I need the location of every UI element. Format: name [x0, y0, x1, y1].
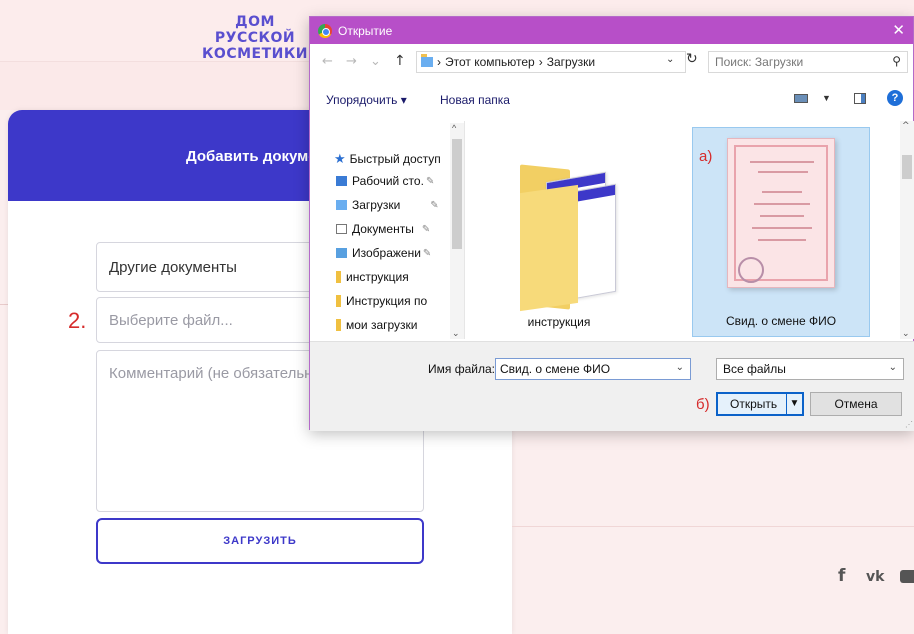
annotation-a: а) — [699, 148, 713, 165]
pin-icon: ✎ — [430, 199, 439, 211]
cancel-button[interactable]: Отмена — [810, 392, 902, 416]
star-icon: ★ — [334, 151, 346, 166]
facebook-icon[interactable]: f — [838, 566, 845, 586]
address-row: ← → ⌄ ↑ › Этот компьютер › Загрузки ⌄ ↻ … — [310, 49, 914, 75]
downloads-folder-icon — [421, 54, 433, 67]
forward-arrow-icon[interactable]: → — [346, 54, 357, 69]
refresh-icon[interactable]: ↻ — [686, 51, 698, 67]
resize-grip-icon[interactable]: ⋰ — [905, 420, 913, 429]
nav-item-quick-access[interactable]: ★ Быстрый доступ — [334, 149, 441, 169]
scroll-down-icon[interactable]: ⌄ — [452, 328, 460, 339]
chevron-down-icon[interactable]: ⌄ — [676, 362, 684, 373]
nav-item-downloads[interactable]: Загрузки ✎ — [336, 195, 439, 215]
view-mode-icon[interactable] — [794, 94, 808, 103]
dialog-title: Открытие — [338, 23, 393, 38]
file-list: инструкция а) Свид. о смене ФИО — [468, 121, 908, 339]
nav-item-label: Изображени — [352, 246, 421, 260]
pictures-icon — [336, 248, 347, 258]
logo-line-1: ДОМ РУССКОЙ — [214, 14, 296, 46]
recent-locations-icon[interactable]: ⌄ — [370, 54, 381, 69]
filename-input[interactable]: Свид. о смене ФИО ⌄ — [495, 358, 691, 380]
view-dropdown-icon[interactable]: ▼ — [822, 93, 831, 103]
address-bar[interactable]: › Этот компьютер › Загрузки — [416, 51, 686, 73]
nav-item-folder-1[interactable]: инструкция — [336, 267, 409, 287]
organize-menu[interactable]: Упорядочить ▾ — [326, 93, 407, 107]
open-dropdown-icon[interactable]: ▼ — [786, 394, 802, 414]
certificate-thumbnail — [727, 138, 835, 288]
nav-item-label: Загрузки — [352, 198, 401, 212]
pin-icon: ✎ — [425, 175, 435, 187]
file-item-label: инструкция — [527, 315, 591, 329]
nav-item-pictures[interactable]: Изображени ✎ — [336, 243, 431, 263]
preview-pane-icon[interactable] — [854, 93, 866, 104]
scroll-up-icon[interactable]: ^ — [902, 121, 910, 131]
footer-divider — [512, 526, 914, 527]
upload-button[interactable]: ЗАГРУЗИТЬ — [96, 518, 424, 564]
nav-item-label: инструкция — [346, 270, 409, 284]
chevron-down-icon[interactable]: ⌄ — [666, 54, 674, 65]
dialog-toolbar: Упорядочить ▾ Новая папка ▼ ? — [310, 83, 914, 113]
youtube-icon[interactable] — [900, 570, 914, 583]
file-item-folder[interactable]: инструкция — [470, 127, 648, 337]
pin-icon: ✎ — [422, 247, 432, 259]
filename-label: Имя файла: — [428, 362, 495, 376]
nav-item-folder-3[interactable]: мои загрузки — [336, 315, 418, 335]
open-button-label: Открыть — [730, 397, 778, 411]
path-separator: › — [538, 55, 543, 69]
logo-line-2: КОСМЕТИКИ — [201, 46, 309, 62]
scroll-up-icon[interactable]: ^ — [452, 123, 456, 133]
file-list-scrollbar[interactable]: ^ ⌄ — [900, 121, 914, 339]
annotation-b: б) — [696, 396, 710, 413]
search-placeholder: Поиск: Загрузки — [715, 55, 804, 69]
filename-value: Свид. о смене ФИО — [500, 362, 611, 376]
nav-item-label: Быстрый доступ — [349, 152, 441, 166]
folder-icon — [520, 149, 616, 312]
file-item-selected[interactable]: а) Свид. о смене ФИО — [692, 127, 870, 337]
nav-item-desktop[interactable]: Рабочий сто. ✎ — [336, 171, 434, 191]
nav-item-label: Рабочий сто. — [352, 174, 424, 188]
chevron-down-icon: ⌄ — [888, 362, 897, 373]
breadcrumb-this-pc[interactable]: Этот компьютер — [445, 55, 535, 69]
scroll-thumb[interactable] — [902, 155, 912, 179]
back-arrow-icon[interactable]: ← — [322, 54, 333, 69]
vk-icon[interactable]: vk — [866, 569, 884, 585]
folder-icon — [336, 271, 341, 283]
dialog-footer: Имя файла: Свид. о смене ФИО ⌄ Все файлы… — [310, 341, 914, 431]
nav-item-label: Документы — [352, 222, 414, 236]
path-separator: › — [437, 55, 441, 69]
up-arrow-icon[interactable]: ↑ — [394, 53, 406, 69]
scroll-down-icon[interactable]: ⌄ — [902, 329, 910, 339]
site-logo[interactable]: ДОМ РУССКОЙ КОСМЕТИКИ — [196, 14, 314, 62]
pin-icon: ✎ — [421, 223, 431, 235]
nav-item-label: мои загрузки — [346, 318, 418, 332]
open-file-dialog: Открытие ✕ ← → ⌄ ↑ › Этот компьютер › За… — [309, 16, 914, 431]
chrome-icon — [318, 23, 332, 38]
navigation-pane: ★ Быстрый доступ Рабочий сто. ✎ Загрузки… — [310, 121, 465, 339]
close-icon[interactable]: ✕ — [892, 21, 905, 39]
nav-item-label: Инструкция по — [346, 294, 428, 308]
step-2-annotation: 2. — [68, 308, 87, 333]
desktop-icon — [336, 176, 347, 186]
new-folder-button[interactable]: Новая папка — [440, 93, 510, 107]
open-button[interactable]: Открыть ▼ — [716, 392, 804, 416]
document-icon — [336, 224, 347, 234]
folder-icon — [336, 319, 341, 331]
help-icon[interactable]: ? — [887, 90, 903, 106]
nav-item-documents[interactable]: Документы ✎ — [336, 219, 430, 239]
dialog-titlebar[interactable]: Открытие ✕ — [310, 17, 913, 44]
file-item-label: Свид. о смене ФИО — [725, 314, 837, 328]
search-icon: ⚲ — [892, 54, 901, 68]
nav-scrollbar[interactable]: ^ ⌄ — [450, 123, 464, 339]
folder-icon — [336, 295, 341, 307]
scroll-thumb[interactable] — [452, 139, 462, 249]
breadcrumb-downloads[interactable]: Загрузки — [547, 55, 595, 69]
file-type-select[interactable]: Все файлы ⌄ — [716, 358, 904, 380]
nav-item-folder-2[interactable]: Инструкция по — [336, 291, 427, 311]
file-type-value: Все файлы — [723, 362, 786, 376]
downloads-icon — [336, 200, 347, 210]
search-input[interactable]: Поиск: Загрузки ⚲ — [708, 51, 908, 73]
